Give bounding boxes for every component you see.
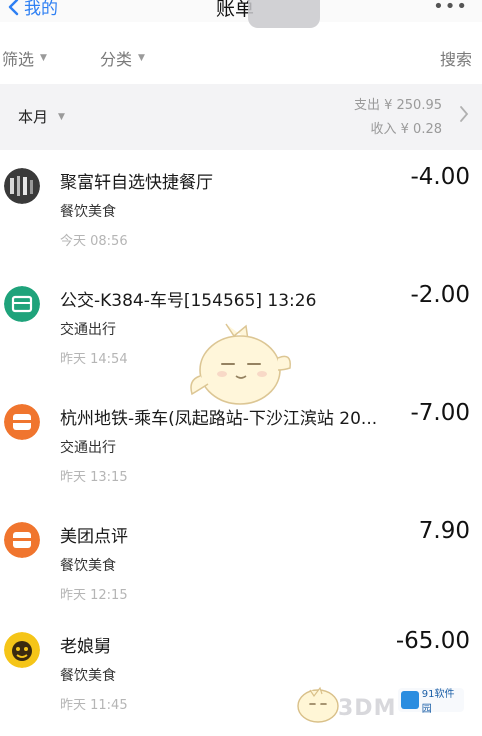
transaction-time: 昨天 11:45 [60,698,128,713]
chevron-left-icon [8,0,19,15]
badge-text: 91软件园 [421,689,455,715]
transaction-category: 交通出行 [60,322,116,338]
transaction-time: 昨天 12:15 [60,588,128,603]
transaction-row[interactable]: 老娘舅 -65.00 餐饮美食 昨天 11:45 [0,618,482,736]
chevron-right-icon [460,106,469,122]
transaction-category: 餐饮美食 [60,558,116,574]
caret-down-icon: ▼ [138,53,145,63]
search-button[interactable]: 搜索 [440,46,472,70]
badge-logo-icon [401,691,419,709]
transaction-amount: -65.00 [395,628,470,654]
transaction-category: 交通出行 [60,440,116,456]
transaction-row[interactable]: 聚富轩自选快捷餐厅 -4.00 餐饮美食 今天 08:56 [0,154,482,272]
meituan-icon [4,522,40,558]
back-button[interactable]: 我的 [6,0,58,19]
transaction-amount: -4.00 [410,164,470,190]
watermark-mascot-icon [190,323,291,405]
transaction-time: 今天 08:56 [60,234,128,249]
transaction-title: 美团点评 [60,527,128,547]
watermark-mascot-small-icon [297,686,339,723]
transaction-amount: 7.90 [418,518,470,544]
transaction-title: 公交-K384-车号[154565] 13:26 [60,291,317,311]
transaction-title: 聚富轩自选快捷餐厅 [60,173,213,193]
transaction-amount: -7.00 [410,400,470,426]
transaction-time: 昨天 13:15 [60,470,128,485]
expense-total: 支出 ¥ 250.95 [353,98,442,113]
metro-icon [4,404,40,440]
caret-down-icon: ▼ [58,111,65,122]
income-total: 收入 ¥ 0.28 [370,122,442,137]
nav-bar: 我的 账单 ••• [0,0,482,28]
category-dropdown[interactable]: 分类 ▼ [100,46,145,70]
filter-dropdown[interactable]: 筛选 ▼ [2,46,47,70]
transaction-category: 餐饮美食 [60,204,116,220]
watermark-text: 3DM [338,696,397,721]
back-label: 我的 [24,0,58,19]
filter-bar: 筛选 ▼ 分类 ▼ 搜索 [0,36,482,80]
transaction-row[interactable]: 美团点评 7.90 餐饮美食 昨天 12:15 [0,508,482,626]
transaction-category: 餐饮美食 [60,668,116,684]
month-selector[interactable]: 本月 ▼ [18,106,65,127]
transaction-time: 昨天 14:54 [60,352,128,367]
bus-icon [4,286,40,322]
blurred-region [248,0,320,28]
transaction-amount: -2.00 [410,282,470,308]
transaction-title: 老娘舅 [60,637,111,657]
laoniangjiu-icon [4,632,40,668]
watermark-badge: 91软件园 [398,688,464,715]
more-button[interactable]: ••• [433,0,468,17]
caret-down-icon: ▼ [40,53,47,63]
month-label: 本月 [18,108,49,126]
month-summary[interactable]: 本月 ▼ 支出 ¥ 250.95 收入 ¥ 0.28 [0,84,482,150]
filter-label: 筛选 [2,50,35,69]
category-label: 分类 [100,50,133,69]
restaurant-avatar-icon [4,168,40,204]
